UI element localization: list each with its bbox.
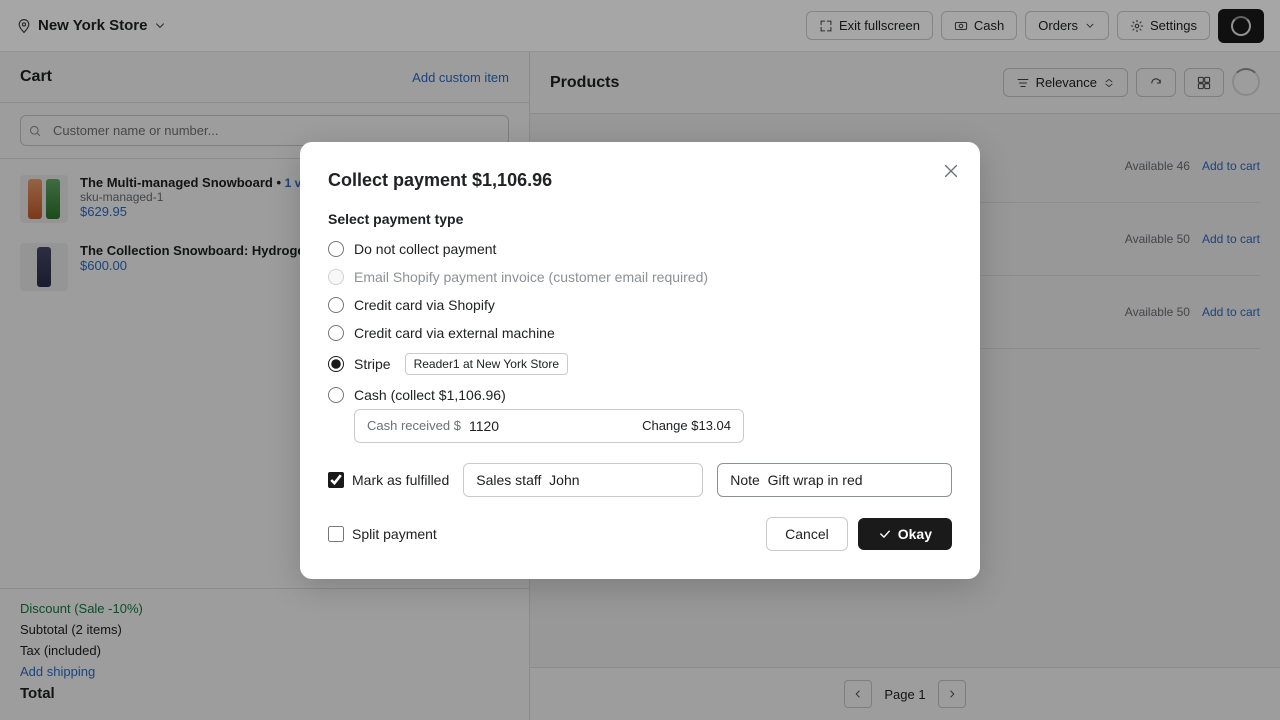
payment-option-stripe[interactable]: Stripe Reader1 at New York Store xyxy=(328,353,952,375)
payment-option-no-collect[interactable]: Do not collect payment xyxy=(328,241,952,257)
payment-options-list: Do not collect payment Email Shopify pay… xyxy=(328,241,952,443)
cash-details: Cash received $ Change $13.04 xyxy=(354,409,952,443)
payment-option-label: Credit card via Shopify xyxy=(354,297,495,313)
okay-label: Okay xyxy=(898,526,932,542)
staff-input[interactable] xyxy=(463,463,703,497)
payment-option-cc-external[interactable]: Credit card via external machine xyxy=(328,325,952,341)
payment-section-label: Select payment type xyxy=(328,211,952,227)
split-payment-row[interactable]: Split payment xyxy=(328,526,437,542)
modal-footer: Split payment Cancel Okay xyxy=(328,517,952,551)
payment-radio-cc-external[interactable] xyxy=(328,325,344,341)
change-amount: Change $13.04 xyxy=(642,418,731,433)
split-payment-checkbox[interactable] xyxy=(328,526,344,542)
cancel-button[interactable]: Cancel xyxy=(766,517,848,551)
check-icon xyxy=(878,527,892,541)
payment-option-label: Cash (collect $1,106.96) xyxy=(354,387,506,403)
payment-radio-no-collect[interactable] xyxy=(328,241,344,257)
mark-fulfilled-checkbox-row[interactable]: Mark as fulfilled xyxy=(328,472,449,488)
payment-option-cash[interactable]: Cash (collect $1,106.96) xyxy=(328,387,952,403)
stripe-reader-badge: Reader1 at New York Store xyxy=(405,353,568,375)
payment-option-cc-shopify[interactable]: Credit card via Shopify xyxy=(328,297,952,313)
note-input[interactable] xyxy=(717,463,952,497)
payment-option-label: Email Shopify payment invoice (customer … xyxy=(354,269,708,285)
mark-fulfilled-checkbox[interactable] xyxy=(328,472,344,488)
payment-radio-cc-shopify[interactable] xyxy=(328,297,344,313)
payment-radio-email-invoice xyxy=(328,269,344,285)
payment-option-label: Do not collect payment xyxy=(354,241,496,257)
okay-button[interactable]: Okay xyxy=(858,518,952,550)
payment-option-label: Credit card via external machine xyxy=(354,325,555,341)
cash-amount-input[interactable] xyxy=(469,418,549,434)
cash-received-label: Cash received $ xyxy=(367,418,461,433)
payment-radio-stripe[interactable] xyxy=(328,356,344,372)
split-payment-label: Split payment xyxy=(352,526,437,542)
modal-overlay: Collect payment $1,106.96 Select payment… xyxy=(0,0,1280,720)
modal-title: Collect payment $1,106.96 xyxy=(328,170,952,191)
modal-close-button[interactable] xyxy=(942,162,960,185)
cash-received-row: Cash received $ Change $13.04 xyxy=(354,409,744,443)
close-icon xyxy=(942,162,960,180)
bottom-details-row: Mark as fulfilled xyxy=(328,463,952,497)
collect-payment-modal: Collect payment $1,106.96 Select payment… xyxy=(300,142,980,579)
payment-option-cash-container: Cash (collect $1,106.96) Cash received $… xyxy=(328,387,952,443)
payment-option-label: Stripe xyxy=(354,356,391,372)
payment-radio-cash[interactable] xyxy=(328,387,344,403)
payment-option-email-invoice: Email Shopify payment invoice (customer … xyxy=(328,269,952,285)
mark-fulfilled-label: Mark as fulfilled xyxy=(352,472,449,488)
